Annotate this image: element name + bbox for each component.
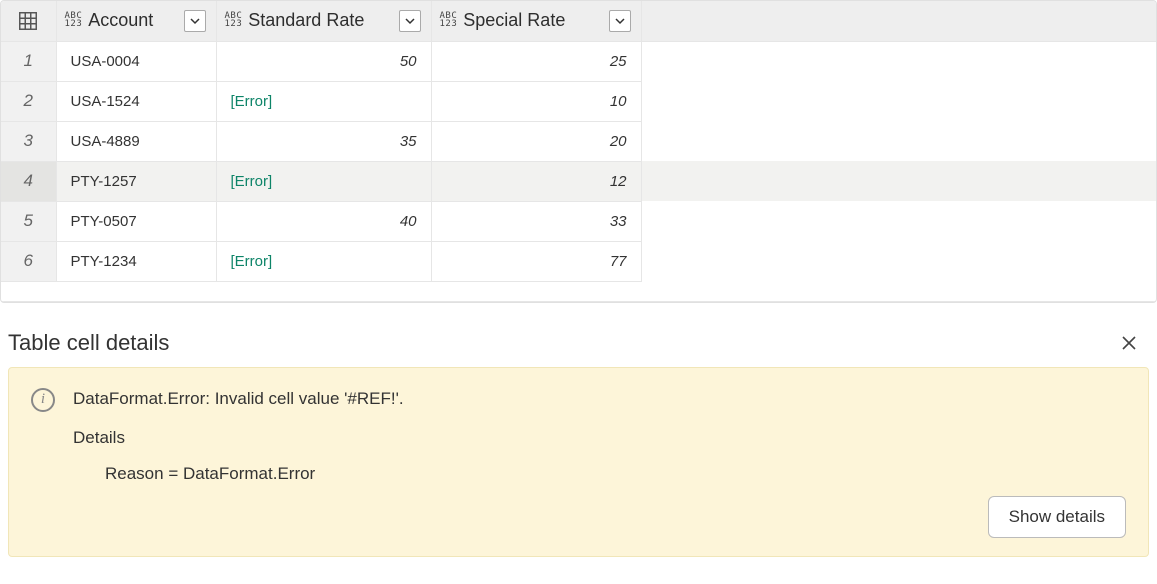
filter-button-special-rate[interactable] xyxy=(609,10,631,32)
row-index[interactable]: 1 xyxy=(1,41,56,81)
cell-standard-rate[interactable]: 50 xyxy=(216,41,431,81)
column-header-standard-rate[interactable]: Standard Rate xyxy=(216,1,431,41)
cell-special-rate[interactable]: 12 xyxy=(431,161,641,201)
cell-empty xyxy=(641,41,1156,81)
cell-details-panel: Table cell details DataFormat.Error: Inv… xyxy=(0,329,1157,565)
filter-button-account[interactable] xyxy=(184,10,206,32)
column-header-empty xyxy=(641,1,1156,41)
cell-special-rate[interactable]: 20 xyxy=(431,121,641,161)
row-index[interactable]: 4 xyxy=(1,161,56,201)
type-any-icon xyxy=(225,12,243,29)
cell-empty xyxy=(641,161,1156,201)
details-body: DataFormat.Error: Invalid cell value '#R… xyxy=(8,367,1149,557)
chevron-down-icon xyxy=(615,16,625,26)
cell-standard-rate[interactable]: 40 xyxy=(216,201,431,241)
column-label: Special Rate xyxy=(463,10,565,31)
row-index[interactable]: 3 xyxy=(1,121,56,161)
table-row[interactable]: 1USA-00045025 xyxy=(1,41,1156,81)
show-details-button[interactable]: Show details xyxy=(988,496,1126,538)
cell-special-rate[interactable]: 10 xyxy=(431,81,641,121)
error-reason: Reason = DataFormat.Error xyxy=(73,461,404,487)
close-button[interactable] xyxy=(1115,329,1143,357)
cell-empty xyxy=(641,81,1156,121)
table-row[interactable]: 6PTY-1234[Error]77 xyxy=(1,241,1156,281)
cell-account[interactable]: USA-1524 xyxy=(56,81,216,121)
row-index[interactable]: 6 xyxy=(1,241,56,281)
cell-account[interactable]: PTY-0507 xyxy=(56,201,216,241)
cell-standard-rate[interactable]: [Error] xyxy=(216,81,431,121)
column-header-account[interactable]: Account xyxy=(56,1,216,41)
table-corner[interactable] xyxy=(1,1,56,41)
cell-empty xyxy=(641,121,1156,161)
column-label: Account xyxy=(88,10,153,31)
chevron-down-icon xyxy=(190,16,200,26)
cell-standard-rate[interactable]: 35 xyxy=(216,121,431,161)
table-row[interactable]: 5PTY-05074033 xyxy=(1,201,1156,241)
panel-title: Table cell details xyxy=(8,330,169,356)
close-icon xyxy=(1121,335,1137,351)
cell-account[interactable]: PTY-1234 xyxy=(56,241,216,281)
cell-special-rate[interactable]: 77 xyxy=(431,241,641,281)
column-header-special-rate[interactable]: Special Rate xyxy=(431,1,641,41)
type-any-icon xyxy=(440,12,458,29)
details-label: Details xyxy=(73,425,404,451)
table-icon xyxy=(17,10,39,32)
table-row[interactable]: 2USA-1524[Error]10 xyxy=(1,81,1156,121)
cell-special-rate[interactable]: 33 xyxy=(431,201,641,241)
table-row[interactable]: 3USA-48893520 xyxy=(1,121,1156,161)
empty-row xyxy=(1,281,1156,301)
cell-empty xyxy=(641,201,1156,241)
info-icon xyxy=(31,388,55,412)
cell-special-rate[interactable]: 25 xyxy=(431,41,641,81)
filter-button-standard-rate[interactable] xyxy=(399,10,421,32)
cell-account[interactable]: USA-4889 xyxy=(56,121,216,161)
table-row[interactable]: 4PTY-1257[Error]12 xyxy=(1,161,1156,201)
data-grid: Account Standard Rate xyxy=(0,0,1157,303)
cell-standard-rate[interactable]: [Error] xyxy=(216,161,431,201)
type-any-icon xyxy=(65,12,83,29)
column-label: Standard Rate xyxy=(248,10,364,31)
row-index[interactable]: 2 xyxy=(1,81,56,121)
cell-account[interactable]: USA-0004 xyxy=(56,41,216,81)
chevron-down-icon xyxy=(405,16,415,26)
cell-standard-rate[interactable]: [Error] xyxy=(216,241,431,281)
row-index[interactable]: 5 xyxy=(1,201,56,241)
cell-empty xyxy=(641,241,1156,281)
cell-account[interactable]: PTY-1257 xyxy=(56,161,216,201)
error-message: DataFormat.Error: Invalid cell value '#R… xyxy=(73,386,404,412)
